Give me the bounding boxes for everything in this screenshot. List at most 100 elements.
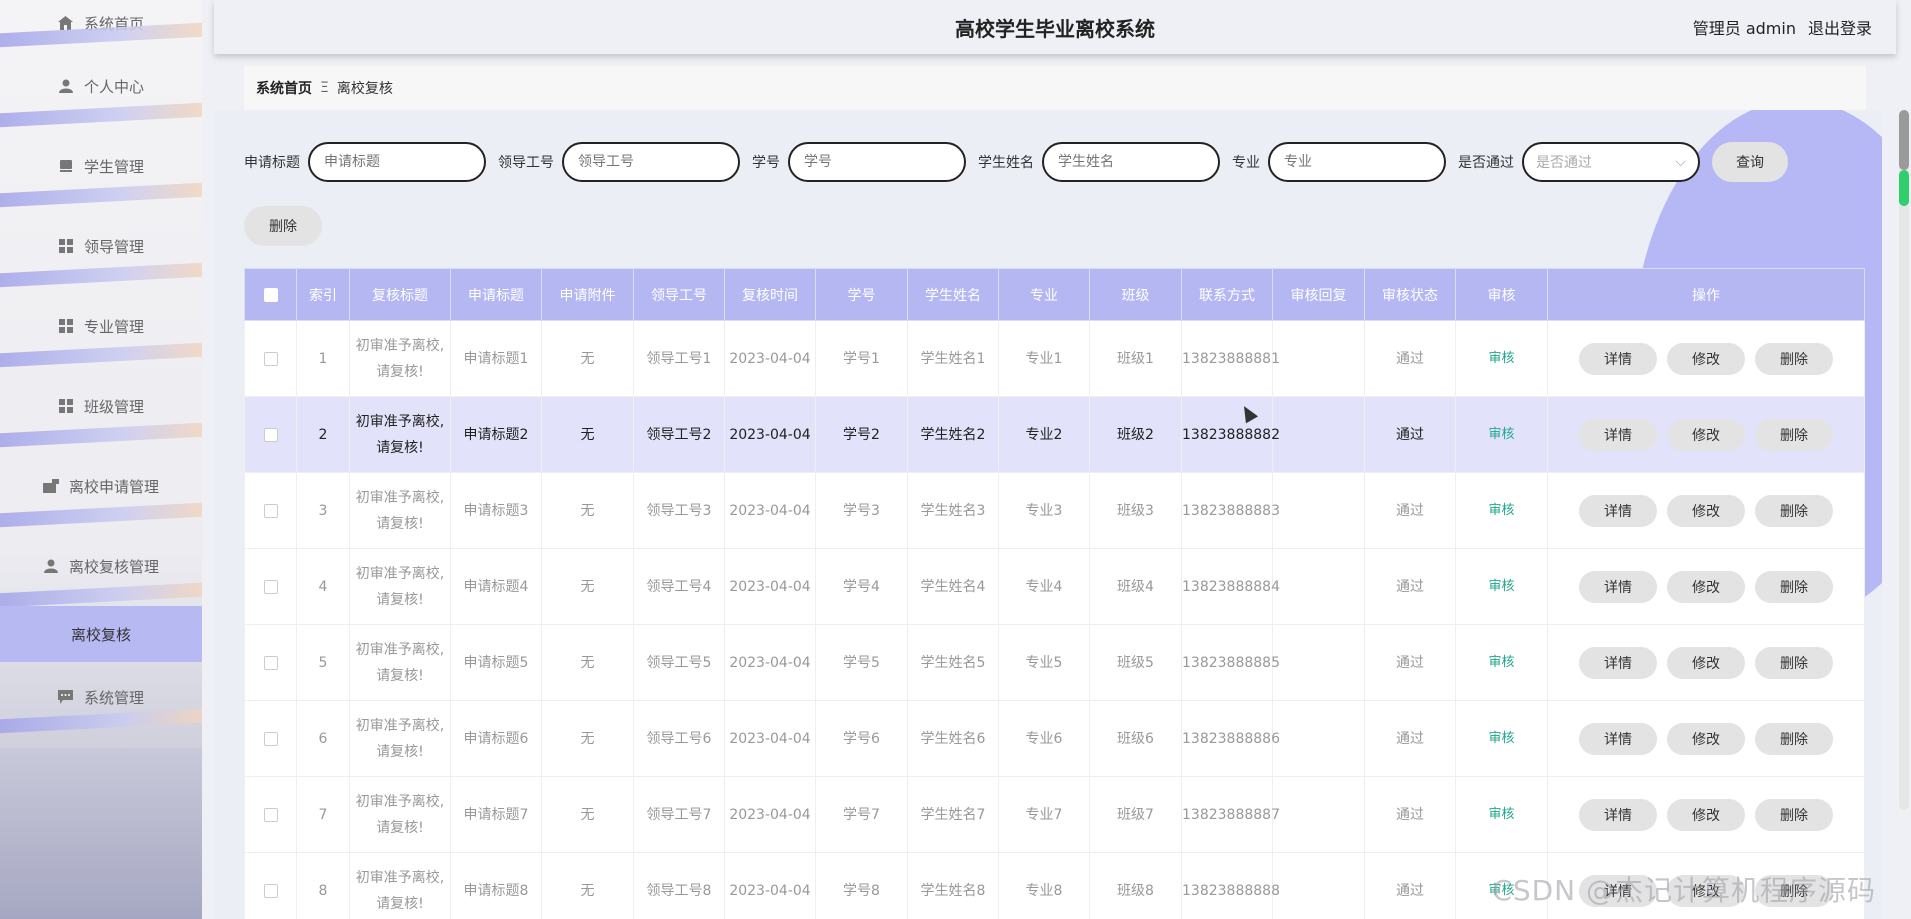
sidebar-item-4[interactable]: 专业管理 [0,286,202,366]
search-label-3: 学生姓名 [978,155,1034,171]
cell-review_time: 2023-04-04 [724,472,816,549]
batch-delete-button[interactable]: 删除 [244,206,322,246]
detail-button[interactable]: 详情 [1579,798,1657,831]
row-checkbox[interactable] [263,731,278,746]
search-input-1[interactable] [562,142,740,182]
edit-button[interactable]: 修改 [1667,418,1745,451]
sidebar-subitem-active[interactable]: 离校复核 [0,606,202,662]
query-button[interactable]: 查询 [1712,142,1788,182]
sidebar-decorative-background [0,748,202,919]
sidebar-item-5[interactable]: 班级管理 [0,366,202,446]
table-row[interactable]: 7 初审准予离校,请复核! 申请标题7 无领导工号7 2023-04-04 学号7 学生姓名… [244,776,1865,853]
edit-button[interactable]: 修改 [1667,798,1745,831]
row-select-cell [244,852,297,919]
table-row[interactable]: 1 初审准予离校,请复核! 申请标题1 无领导工号1 2023-04-04 学号1 学生姓名… [244,320,1865,397]
row-checkbox[interactable] [263,427,278,442]
audit-link[interactable]: 审核 [1488,503,1514,518]
delete-button[interactable]: 删除 [1755,342,1833,375]
search-input-2[interactable] [788,142,966,182]
row-checkbox[interactable] [263,503,278,518]
cell-index: 1 [296,320,350,397]
cell-review_title: 初审准予离校,请复核! [349,548,451,625]
detail-button[interactable]: 详情 [1579,342,1657,375]
column-header: 索引 [296,268,350,321]
delete-button[interactable]: 删除 [1755,494,1833,527]
audit-link[interactable]: 审核 [1488,427,1514,442]
chevron-down-icon: ⌵ [1675,154,1686,170]
delete-button[interactable]: 删除 [1755,722,1833,755]
search-input-4[interactable] [1268,142,1446,182]
sidebar-item-6[interactable]: 离校申请管理 [0,446,202,526]
table-row[interactable]: 2 初审准予离校,请复核! 申请标题2 无领导工号2 2023-04-04 学号2 学生姓名… [244,396,1865,473]
sidebar-item-label: 离校复核管理 [68,557,159,576]
table-row[interactable]: 5 初审准予离校,请复核! 申请标题5 无领导工号5 2023-04-04 学号5 学生姓名… [244,624,1865,701]
table-row[interactable]: 4 初审准予离校,请复核! 申请标题4 无领导工号4 2023-04-04 学号4 学生姓名… [244,548,1865,625]
detail-button[interactable]: 详情 [1579,570,1657,603]
cell-apply_title: 申请标题2 [450,396,542,473]
sidebar-item-2[interactable]: 学生管理 [0,126,202,206]
edit-button[interactable]: 修改 [1667,342,1745,375]
delete-button[interactable]: 删除 [1755,798,1833,831]
sidebar-item-0[interactable]: 系统首页 [0,0,202,46]
sidebar-item-system[interactable]: 系统管理 [0,662,202,732]
cell-index: 6 [296,700,350,777]
row-checkbox[interactable] [263,807,278,822]
audit-link[interactable]: 审核 [1488,351,1514,366]
cell-attachment: 无 [541,472,634,549]
breadcrumb-current: 离校复核 [336,81,393,97]
sidebar-item-3[interactable]: 领导管理 [0,206,202,286]
cell-student_no: 学号3 [815,472,908,549]
search-input-0[interactable] [308,142,486,182]
edit-button[interactable]: 修改 [1667,494,1745,527]
logout-link[interactable]: 退出登录 [1808,15,1872,39]
cell-student_no: 学号6 [815,700,908,777]
search-input-3[interactable] [1042,142,1220,182]
cell-status: 通过 [1364,776,1456,853]
cell-attachment: 无 [541,396,634,473]
cell-apply_title: 申请标题5 [450,624,542,701]
edit-button[interactable]: 修改 [1667,570,1745,603]
data-table-wrapper: 索引 复核标题 申请标题 申请附件 领导工号 复核时间 学号 学生姓名 专业 班级 联系方式 审核回复… [244,268,1865,919]
sidebar-item-label: 系统首页 [83,14,144,33]
page-scrollbar[interactable] [1899,110,1909,810]
decorative-stripe [0,184,202,206]
select-all-checkbox[interactable] [263,287,278,302]
cell-index: 5 [296,624,350,701]
detail-button[interactable]: 详情 [1579,418,1657,451]
row-checkbox[interactable] [263,883,278,898]
decorative-stripe [0,344,202,366]
sidebar-item-1[interactable]: 个人中心 [0,46,202,126]
edit-button[interactable]: 修改 [1667,722,1745,755]
select-all-cell [244,268,297,321]
audit-link[interactable]: 审核 [1488,731,1514,746]
detail-button[interactable]: 详情 [1579,494,1657,527]
row-checkbox[interactable] [263,655,278,670]
sidebar-item-label: 系统管理 [83,688,144,707]
table-header-row: 索引 复核标题 申请标题 申请附件 领导工号 复核时间 学号 学生姓名 专业 班级 联系方式 审核回复… [244,268,1865,321]
cell-leader_no: 领导工号7 [633,776,725,853]
sidebar-item-7[interactable]: 离校复核管理 [0,526,202,606]
cell-apply_title: 申请标题4 [450,548,542,625]
audit-link[interactable]: 审核 [1488,807,1514,822]
delete-button[interactable]: 删除 [1755,418,1833,451]
row-checkbox[interactable] [263,579,278,594]
audit-link[interactable]: 审核 [1488,579,1514,594]
row-checkbox[interactable] [263,351,278,366]
cell-contact: 13823888887 [1181,776,1280,853]
audit-link[interactable]: 审核 [1488,655,1514,670]
detail-button[interactable]: 详情 [1579,722,1657,755]
pass-status-select[interactable]: 是否通过 ⌵ [1522,142,1700,182]
delete-button[interactable]: 删除 [1755,646,1833,679]
cell-class: 班级7 [1089,776,1182,853]
table-row[interactable]: 6 初审准予离校,请复核! 申请标题6 无领导工号6 2023-04-04 学号6 学生姓名… [244,700,1865,777]
delete-button[interactable]: 删除 [1755,570,1833,603]
cell-review_title: 初审准予离校,请复核! [349,624,451,701]
cell-class: 班级3 [1089,472,1182,549]
breadcrumb-home[interactable]: 系统首页 [256,78,312,98]
edit-button[interactable]: 修改 [1667,646,1745,679]
table-row[interactable]: 3 初审准予离校,请复核! 申请标题3 无领导工号3 2023-04-04 学号3 学生姓名… [244,472,1865,549]
scrollbar-thumb[interactable] [1899,110,1909,170]
cell-student_no: 学号1 [815,320,908,397]
detail-button[interactable]: 详情 [1579,646,1657,679]
cell-review_title: 初审准予离校,请复核! [349,472,451,549]
